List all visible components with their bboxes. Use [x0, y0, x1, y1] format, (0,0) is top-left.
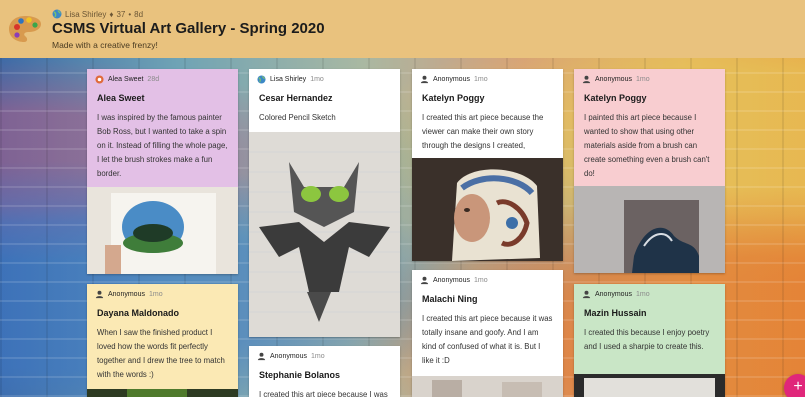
post-author: Anonymous 1mo [574, 284, 725, 299]
post-time: 1mo [473, 76, 488, 83]
post-time: 1mo [473, 277, 488, 284]
add-post-button[interactable]: + [784, 374, 805, 397]
post-title: Alea Sweet [97, 93, 145, 103]
post-author-name: Anonymous [595, 291, 632, 298]
post-card[interactable]: Anonymous 1mo Katelyn Poggy I created th… [412, 69, 563, 261]
post-card[interactable]: Anonymous 1mo Katelyn Poggy I painted th… [574, 69, 725, 273]
post-author-name: Anonymous [270, 353, 307, 360]
post-card[interactable]: Anonymous 1mo Malachi Ning I created thi… [412, 270, 563, 397]
header-age: 8d [134, 9, 144, 19]
post-body: When I saw the finished product I loved … [97, 328, 225, 379]
post-image[interactable] [574, 374, 725, 397]
post-title: Katelyn Poggy [584, 93, 647, 103]
post-author-name: Anonymous [433, 277, 470, 284]
post-time: 28d [147, 76, 160, 83]
post-title: Cesar Hernandez [259, 93, 333, 103]
post-author: Alea Sweet 28d [87, 69, 238, 84]
palette-icon [9, 16, 41, 42]
post-author-name: Lisa Shirley [270, 76, 307, 83]
post-time: 1mo [310, 353, 325, 360]
anonymous-avatar-icon [420, 276, 429, 285]
post-body: I painted this art piece because I wante… [584, 113, 710, 178]
post-body: I created this because I enjoy poetry an… [584, 328, 710, 351]
header-separator: • [128, 9, 132, 19]
post-title: Mazin Hussain [584, 308, 647, 318]
post-title: Katelyn Poggy [422, 93, 485, 103]
post-time: 1mo [635, 291, 650, 298]
post-time: 1mo [310, 76, 324, 83]
post-body: I created this art piece because the vie… [422, 113, 544, 150]
post-author: Anonymous 1mo [412, 69, 563, 84]
post-title: Dayana Maldonado [97, 308, 180, 318]
post-author: Anonymous 1mo [574, 69, 725, 84]
post-body: Colored Pencil Sketch [259, 113, 336, 122]
post-time: 1mo [148, 291, 163, 298]
post-image[interactable] [249, 132, 400, 337]
post-author-name: Anonymous [595, 76, 632, 83]
anonymous-avatar-icon [95, 290, 104, 299]
post-title: Malachi Ning [422, 294, 478, 304]
post-body: I created this art piece because I was [259, 390, 388, 397]
post-card[interactable]: Anonymous 1mo Dayana Maldonado When I sa… [87, 284, 238, 397]
post-author-name: Anonymous [433, 76, 470, 83]
globe-icon [257, 75, 266, 84]
post-card[interactable]: Anonymous 1mo Stephanie Bolanos I create… [249, 346, 400, 397]
post-image[interactable] [87, 187, 238, 274]
post-author: Anonymous 1mo [87, 284, 238, 299]
post-author: Anonymous 1mo [249, 346, 400, 361]
header-diamond: ♦ [109, 9, 114, 19]
anonymous-avatar-icon [582, 75, 591, 84]
post-image[interactable] [87, 389, 238, 397]
globe-icon [52, 9, 62, 19]
page-title: CSMS Virtual Art Gallery - Spring 2020 [52, 20, 325, 37]
post-author-name: Anonymous [108, 291, 145, 298]
post-author: Lisa Shirley 1mo [249, 69, 400, 84]
post-time: 1mo [635, 76, 650, 83]
post-body: I created this art piece because it was … [422, 314, 553, 365]
post-card[interactable]: Alea Sweet 28d Alea Sweet I was inspired… [87, 69, 238, 274]
header-meta: Lisa Shirley ♦ 37 • 8d [52, 9, 143, 19]
header: Lisa Shirley ♦ 37 • 8d CSMS Virtual Art … [0, 0, 805, 58]
post-author: Anonymous 1mo [412, 270, 563, 285]
anonymous-avatar-icon [420, 75, 429, 84]
anonymous-avatar-icon [257, 352, 266, 361]
post-card[interactable]: Lisa Shirley 1mo Cesar Hernandez Colored… [249, 69, 400, 337]
avatar-icon [95, 75, 104, 84]
anonymous-avatar-icon [582, 290, 591, 299]
post-image[interactable] [574, 186, 725, 273]
post-image[interactable] [412, 158, 563, 261]
post-author-name: Alea Sweet [108, 76, 144, 83]
post-body: I was inspired by the famous painter Bob… [97, 113, 228, 178]
page-subtitle: Made with a creative frenzy! [52, 40, 158, 50]
post-card[interactable]: Anonymous 1mo Mazin Hussain I created th… [574, 284, 725, 397]
post-title: Stephanie Bolanos [259, 370, 341, 380]
header-score: 37 [116, 9, 126, 19]
post-image[interactable] [412, 376, 563, 397]
header-author[interactable]: Lisa Shirley [65, 10, 106, 19]
